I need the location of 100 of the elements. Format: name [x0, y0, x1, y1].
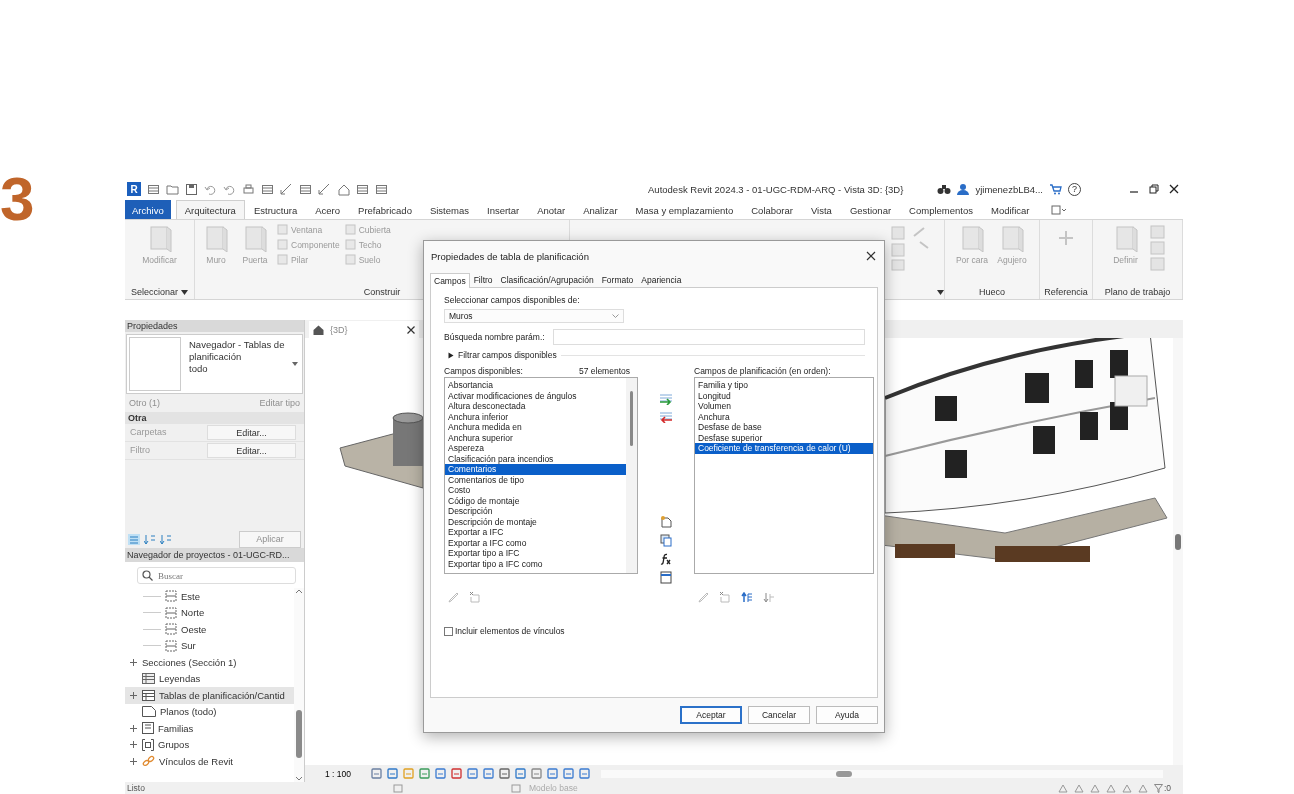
house-icon[interactable] — [337, 182, 350, 196]
file-menu-button[interactable]: Archivo — [125, 200, 171, 219]
list-item[interactable]: Exportar a IFC como — [445, 537, 626, 548]
list-item[interactable]: Desfase superior — [695, 432, 873, 443]
delete-field-icon[interactable] — [469, 591, 481, 603]
selection-option-icon[interactable] — [1073, 783, 1084, 793]
cart-icon[interactable] — [1049, 183, 1062, 195]
ribbon-tab[interactable]: Gestionar — [840, 200, 901, 219]
tree-item[interactable]: Norte — [125, 604, 294, 621]
restore-icon[interactable] — [1149, 184, 1159, 194]
selection-option-icon[interactable] — [1121, 783, 1132, 793]
expand-plus-icon[interactable] — [129, 657, 138, 667]
new-parameter-icon[interactable] — [660, 515, 672, 528]
list-item[interactable]: Familia y tipo — [695, 380, 873, 391]
tree-item[interactable]: Vínculos de Revit — [125, 753, 294, 770]
list-item[interactable]: Anchura superior — [445, 432, 626, 443]
open-folder-icon[interactable] — [166, 182, 179, 196]
tree-item[interactable]: Sur — [125, 637, 294, 654]
printer-icon[interactable] — [242, 182, 255, 196]
toolbar-tool-icon[interactable] — [261, 182, 274, 196]
tree-item[interactable]: Familias — [125, 720, 294, 737]
save-icon[interactable] — [185, 182, 198, 196]
scrollbar-thumb[interactable] — [836, 770, 852, 777]
list-item[interactable]: Anchura medida en — [445, 422, 626, 433]
view-control-icon[interactable] — [515, 768, 526, 779]
toolbar-tool-icon[interactable] — [375, 182, 388, 196]
tree-item[interactable]: Oeste — [125, 621, 294, 638]
search-field[interactable]: Buscar — [137, 567, 296, 584]
expand-plus-icon[interactable] — [129, 756, 138, 766]
ribbon-tab[interactable]: Anotar — [528, 200, 575, 219]
list-item[interactable]: Exportar a IFC — [445, 527, 626, 538]
view-control-icon[interactable] — [435, 768, 446, 779]
view-control-icon[interactable] — [467, 768, 478, 779]
filter-icon[interactable] — [1153, 783, 1163, 793]
ribbon-tab[interactable]: Sistemas — [420, 200, 478, 219]
combine-parameters-icon[interactable] — [660, 534, 672, 547]
ribbon-tab[interactable]: Modificar — [982, 200, 1039, 219]
include-links-checkbox[interactable]: Incluir elementos de vínculos — [444, 626, 869, 636]
parameter-search-field[interactable] — [552, 329, 865, 345]
dialog-button[interactable]: Cancelar — [748, 706, 810, 724]
dropdown-caret-icon[interactable] — [181, 289, 188, 295]
binoculars-icon[interactable] — [937, 183, 952, 195]
dialog-tab[interactable]: Apariencia — [637, 272, 686, 287]
design-option-icon[interactable] — [510, 783, 521, 793]
list-item[interactable]: Altura desconectada — [445, 401, 626, 412]
selection-option-icon[interactable] — [1137, 783, 1148, 793]
ribbon-tab[interactable]: Prefabricado — [349, 200, 421, 219]
list-item[interactable]: Desfase de base — [695, 422, 873, 433]
panel-toggle-icon[interactable] — [1050, 204, 1067, 215]
sort-ascending-icon[interactable] — [144, 533, 156, 545]
list-item[interactable]: Descripción de montaje — [445, 516, 626, 527]
edit-button[interactable]: Editar... — [207, 443, 296, 458]
tree-item[interactable]: Tablas de planificación/Cantid — [125, 687, 294, 704]
ribbon-tab[interactable]: Vista — [801, 200, 841, 219]
toolbar-tool-icon[interactable] — [147, 182, 160, 196]
selection-option-icon[interactable] — [1105, 783, 1116, 793]
dialog-tab[interactable]: Filtro — [469, 272, 497, 287]
scrollbar-thumb[interactable] — [630, 391, 633, 446]
tree-item[interactable]: Planos (todo) — [125, 703, 294, 720]
ribbon-tab[interactable]: Analizar — [574, 200, 627, 219]
selection-option-icon[interactable] — [1057, 783, 1068, 793]
close-icon[interactable] — [866, 251, 876, 261]
view-control-icon[interactable] — [531, 768, 542, 779]
expand-plus-icon[interactable] — [129, 690, 138, 700]
ribbon-tab[interactable]: Insertar — [478, 200, 529, 219]
expand-plus-icon[interactable] — [129, 723, 138, 733]
workset-icon[interactable] — [392, 783, 403, 793]
dialog-tab[interactable]: Clasificación/Agrupación — [496, 272, 598, 287]
app-logo[interactable]: R — [127, 182, 141, 196]
list-item[interactable]: Código de montaje — [445, 495, 626, 506]
ribbon-tab[interactable]: Arquitectura — [175, 200, 245, 219]
list-item[interactable]: Comentarios — [445, 464, 626, 475]
tree-item[interactable]: Grupos — [125, 736, 294, 753]
list-item[interactable]: Coeficiente de transferencia de calor (U) — [695, 443, 873, 454]
type-selector[interactable]: Navegador - Tablas de planificación todo — [126, 334, 303, 394]
ribbon-tab[interactable]: Masa y emplazamiento — [626, 200, 743, 219]
scrollbar-thumb[interactable] — [1175, 534, 1181, 550]
view-control-icon[interactable] — [499, 768, 510, 779]
collapsed-triangle-icon[interactable] — [448, 351, 454, 359]
dialog-button[interactable]: Ayuda — [816, 706, 878, 724]
toolbar-tool-icon[interactable] — [356, 182, 369, 196]
view-control-icon[interactable] — [451, 768, 462, 779]
dialog-tab[interactable]: Formato — [597, 272, 638, 287]
list-item[interactable]: Anchura inferior — [445, 411, 626, 422]
scrollbar-thumb[interactable] — [296, 710, 302, 758]
schedule-parameter-icon[interactable] — [660, 571, 672, 584]
filter-section-toggle[interactable]: Filtrar campos disponibles — [458, 350, 557, 360]
tree-item[interactable]: Secciones (Sección 1) — [125, 654, 294, 671]
close-icon[interactable] — [1169, 184, 1179, 194]
scroll-up-icon[interactable] — [295, 588, 303, 594]
list-item[interactable]: Costo — [445, 485, 626, 496]
view-control-icon[interactable] — [547, 768, 558, 779]
ribbon-tab[interactable]: Estructura — [244, 200, 307, 219]
view-tab[interactable]: {3D} — [309, 321, 419, 338]
view-control-icon[interactable] — [419, 768, 430, 779]
view-control-icon[interactable] — [483, 768, 494, 779]
toolbar-tool-icon[interactable] — [299, 182, 312, 196]
expand-plus-icon[interactable] — [129, 740, 138, 750]
dialog-button[interactable]: Aceptar — [680, 706, 742, 724]
edit-pencil-icon[interactable] — [698, 591, 709, 603]
